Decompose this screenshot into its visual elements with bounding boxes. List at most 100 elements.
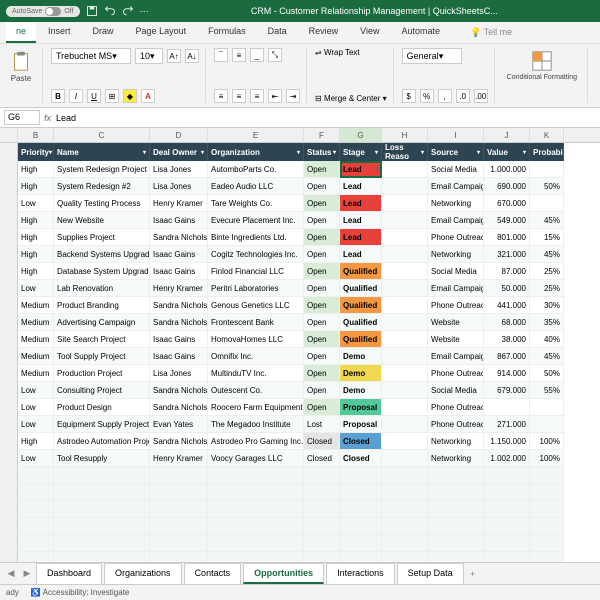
empty-cell[interactable] — [428, 501, 484, 518]
cell-source[interactable]: Phone Outreach — [428, 297, 484, 314]
cell-owner[interactable]: Sandra Nichols — [150, 229, 208, 246]
cell-reason[interactable] — [382, 331, 428, 348]
cell-value[interactable]: 1.002.000 — [484, 450, 530, 467]
cell-source[interactable]: Networking — [428, 195, 484, 212]
cell-org[interactable]: Voocy Garages LLC — [208, 450, 304, 467]
cell-value[interactable] — [484, 399, 530, 416]
table-header[interactable]: Status▾ — [304, 143, 340, 161]
empty-cell[interactable] — [18, 501, 54, 518]
cell-value[interactable]: 68.000 — [484, 314, 530, 331]
ribbon-tab-formulas[interactable]: Formulas — [198, 22, 256, 43]
cell-value[interactable]: 38.000 — [484, 331, 530, 348]
cell-priority[interactable]: High — [18, 246, 54, 263]
align-bottom-button[interactable]: _ — [250, 48, 264, 62]
empty-cell[interactable] — [304, 518, 340, 535]
accessibility-status[interactable]: ♿ Accessibility: Investigate — [31, 588, 129, 597]
cell-value[interactable]: 50.000 — [484, 280, 530, 297]
empty-cell[interactable] — [340, 518, 382, 535]
row-header[interactable] — [0, 365, 18, 382]
cell-source[interactable]: Email Campaign — [428, 212, 484, 229]
cell-value[interactable]: 549.000 — [484, 212, 530, 229]
empty-cell[interactable] — [208, 535, 304, 552]
empty-cell[interactable] — [530, 467, 564, 484]
decrease-indent-button[interactable]: ⇤ — [268, 89, 282, 103]
tell-me-search[interactable]: 💡 Tell me — [460, 22, 522, 43]
cell-prob[interactable]: 30% — [530, 297, 564, 314]
cell-value[interactable]: 690.000 — [484, 178, 530, 195]
cell-owner[interactable]: Henry Kramer — [150, 195, 208, 212]
cell-status[interactable]: Open — [304, 263, 340, 280]
column-header[interactable]: G — [340, 128, 382, 142]
cell-owner[interactable]: Sandra Nichols — [150, 314, 208, 331]
empty-cell[interactable] — [54, 484, 150, 501]
cell-reason[interactable] — [382, 416, 428, 433]
new-sheet-button[interactable]: + — [466, 569, 480, 579]
cell-stage[interactable]: Demo — [340, 382, 382, 399]
empty-cell[interactable] — [340, 484, 382, 501]
empty-cell[interactable] — [208, 467, 304, 484]
cell-stage[interactable]: Lead — [340, 161, 382, 178]
cell-stage[interactable]: Proposal — [340, 399, 382, 416]
ribbon-tab-view[interactable]: View — [350, 22, 389, 43]
cell-reason[interactable] — [382, 246, 428, 263]
conditional-formatting-button[interactable]: Conditional Formatting — [503, 48, 581, 84]
cell-priority[interactable]: High — [18, 178, 54, 195]
cell-reason[interactable] — [382, 229, 428, 246]
empty-cell[interactable] — [18, 467, 54, 484]
ribbon-tab-insert[interactable]: Insert — [38, 22, 81, 43]
cell-name[interactable]: Tool Supply Project — [54, 348, 150, 365]
cell-source[interactable]: Phone Outreach — [428, 365, 484, 382]
column-header[interactable]: K — [530, 128, 564, 142]
decrease-font-button[interactable]: A↓ — [185, 49, 199, 63]
cell-org[interactable]: Cogitz Technologies Inc. — [208, 246, 304, 263]
sheet-tab-setup data[interactable]: Setup Data — [397, 563, 464, 584]
cell-priority[interactable]: High — [18, 229, 54, 246]
cell-org[interactable]: Evecure Placement Inc. — [208, 212, 304, 229]
cell-priority[interactable]: Low — [18, 450, 54, 467]
percent-format-button[interactable]: % — [420, 89, 434, 103]
empty-cell[interactable] — [18, 484, 54, 501]
cell-priority[interactable]: High — [18, 263, 54, 280]
cell-org[interactable]: Frontescent Bank — [208, 314, 304, 331]
cell-org[interactable]: Tare Weights Co. — [208, 195, 304, 212]
redo-icon[interactable] — [122, 5, 134, 17]
cell-name[interactable]: Backend Systems Upgrade — [54, 246, 150, 263]
empty-cell[interactable] — [382, 518, 428, 535]
ribbon-tab-automate[interactable]: Automate — [392, 22, 451, 43]
cell-owner[interactable]: Sandra Nichols — [150, 399, 208, 416]
sheet-nav-next-icon[interactable]: ▶ — [20, 568, 34, 579]
cell-stage[interactable]: Lead — [340, 246, 382, 263]
border-button[interactable]: ⊞ — [105, 89, 119, 103]
cell-name[interactable]: Lab Renovation — [54, 280, 150, 297]
cell-org[interactable]: Roocero Farm Equipment Co. — [208, 399, 304, 416]
ribbon-tab-ne[interactable]: ne — [6, 22, 36, 43]
column-header[interactable]: B — [18, 128, 54, 142]
cell-owner[interactable]: Isaac Gains — [150, 348, 208, 365]
cell-priority[interactable]: Medium — [18, 331, 54, 348]
cell-stage[interactable]: Closed — [340, 433, 382, 450]
font-size-select[interactable]: 10 ▾ — [135, 48, 163, 64]
font-name-select[interactable]: Trebuchet MS ▾ — [51, 48, 131, 64]
column-header[interactable]: I — [428, 128, 484, 142]
row-header[interactable] — [0, 280, 18, 297]
cell-name[interactable]: Advertising Campaign — [54, 314, 150, 331]
empty-cell[interactable] — [530, 535, 564, 552]
empty-cell[interactable] — [484, 467, 530, 484]
save-icon[interactable] — [86, 5, 98, 17]
empty-cell[interactable] — [304, 535, 340, 552]
align-left-button[interactable]: ≡ — [214, 89, 228, 103]
cell-reason[interactable] — [382, 399, 428, 416]
cell-source[interactable]: Networking — [428, 433, 484, 450]
empty-cell[interactable] — [382, 535, 428, 552]
column-header[interactable]: F — [304, 128, 340, 142]
cell-priority[interactable]: Low — [18, 195, 54, 212]
cell-reason[interactable] — [382, 348, 428, 365]
sheet-nav-prev-icon[interactable]: ◀ — [4, 568, 18, 579]
cell-reason[interactable] — [382, 178, 428, 195]
cell-stage[interactable]: Qualified — [340, 314, 382, 331]
empty-cell[interactable] — [484, 484, 530, 501]
cell-value[interactable]: 271.000 — [484, 416, 530, 433]
increase-decimal-button[interactable]: .0 — [456, 89, 470, 103]
cell-name[interactable]: Product Branding — [54, 297, 150, 314]
empty-cell[interactable] — [484, 501, 530, 518]
